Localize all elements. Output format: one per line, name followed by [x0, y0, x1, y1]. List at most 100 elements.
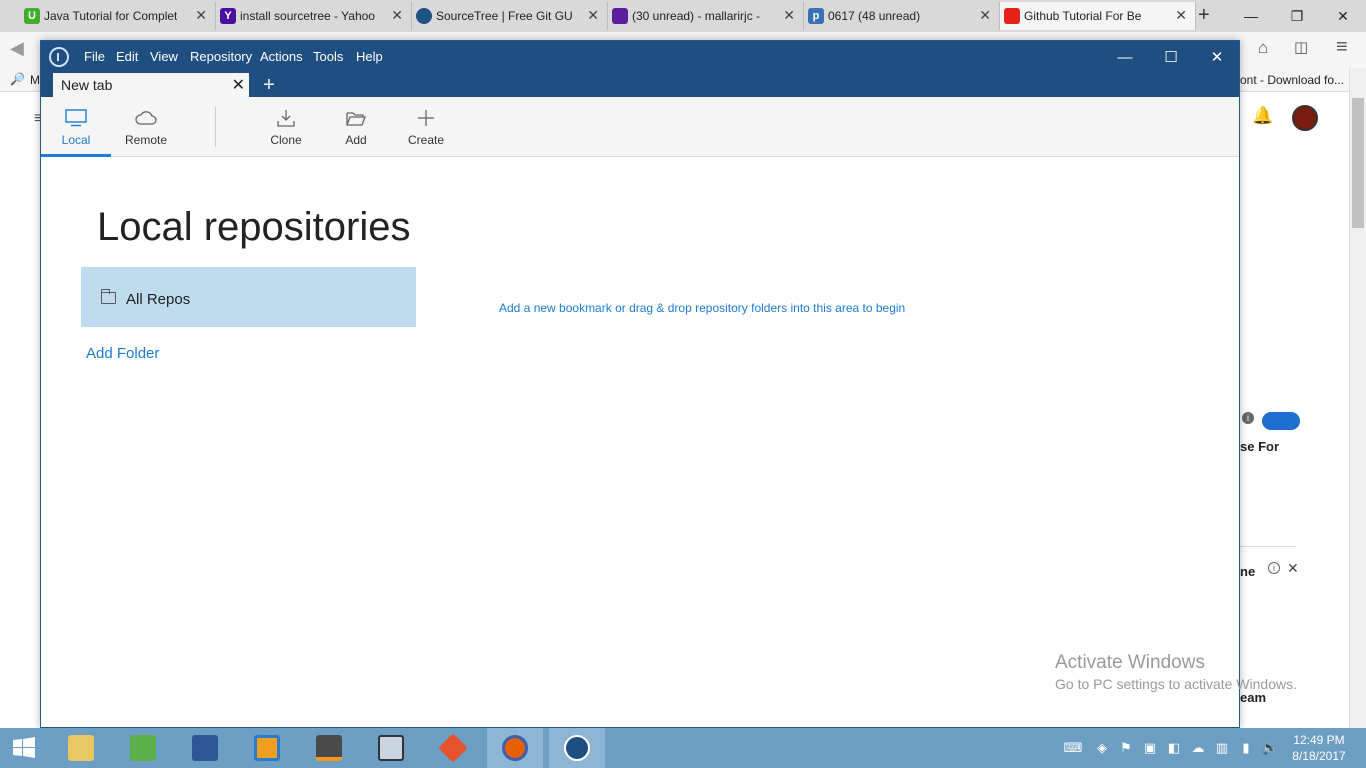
- menu-icon[interactable]: ≡: [1336, 36, 1348, 59]
- add-label: Add: [345, 133, 367, 147]
- minimize-icon[interactable]: —: [1102, 41, 1148, 73]
- add-tab-icon[interactable]: +: [257, 73, 281, 97]
- monitor-icon: [65, 109, 87, 127]
- sourcetree-window: File Edit View Repository Actions Tools …: [40, 40, 1240, 728]
- back-icon[interactable]: ◀: [10, 38, 24, 59]
- download-icon: [277, 110, 295, 127]
- minimize-icon[interactable]: —: [1228, 0, 1274, 32]
- tab-new-tab[interactable]: New tab ✕: [53, 73, 249, 97]
- page-text: se For: [1240, 439, 1280, 454]
- tab-favicon-icon: U: [24, 8, 40, 24]
- remote-button[interactable]: Remote: [111, 97, 181, 157]
- volume-icon[interactable]: 🔈: [1258, 728, 1282, 768]
- network-app[interactable]: [363, 728, 419, 768]
- battery-icon[interactable]: ▮: [1234, 728, 1258, 768]
- close-icon[interactable]: ✕: [979, 7, 991, 24]
- close-icon[interactable]: ✕: [1175, 7, 1187, 24]
- home-icon[interactable]: ⌂: [1258, 38, 1268, 58]
- cloud-icon: [135, 111, 157, 125]
- sourcetree-app[interactable]: [549, 728, 605, 768]
- close-icon[interactable]: ✕: [1287, 560, 1299, 577]
- close-icon[interactable]: ✕: [232, 75, 245, 95]
- page-title: Local repositories: [97, 205, 411, 249]
- sourcetree-logo-icon: [49, 47, 69, 67]
- toggle-switch[interactable]: [1262, 412, 1300, 430]
- tab-favicon-icon: Y: [220, 8, 236, 24]
- notepad-app[interactable]: [115, 728, 171, 768]
- info-icon[interactable]: i: [1242, 412, 1254, 424]
- menu-edit[interactable]: Edit: [116, 49, 138, 64]
- clock[interactable]: 12:49 PM 8/18/2017: [1282, 732, 1356, 764]
- tray-app-icon[interactable]: ◈: [1090, 728, 1114, 768]
- local-label: Local: [61, 133, 91, 147]
- start-button[interactable]: [0, 728, 48, 768]
- local-button[interactable]: Local: [41, 97, 111, 157]
- close-icon[interactable]: ✕: [391, 7, 403, 24]
- close-icon[interactable]: ✕: [783, 7, 795, 24]
- info-icon[interactable]: i: [1268, 562, 1280, 574]
- menu-repository[interactable]: Repository: [190, 49, 252, 64]
- menu-help[interactable]: Help: [356, 49, 383, 64]
- menu-tools[interactable]: Tools: [313, 49, 343, 64]
- close-icon[interactable]: ✕: [587, 7, 599, 24]
- keyboard-icon[interactable]: ⌨: [1056, 728, 1090, 768]
- close-icon[interactable]: ✕: [1320, 0, 1366, 32]
- clock-time: 12:49 PM: [1293, 733, 1345, 747]
- bookmark-label[interactable]: ont - Download fo...: [1240, 73, 1344, 87]
- clock-date: 8/18/2017: [1292, 749, 1346, 763]
- browser-tab-youtube[interactable]: Github Tutorial For Be ✕: [1000, 2, 1196, 30]
- word-app[interactable]: [177, 728, 233, 768]
- tray-app-icon[interactable]: ◧: [1162, 728, 1186, 768]
- file-explorer-app[interactable]: [53, 728, 109, 768]
- browser-tab-unread[interactable]: p 0617 (48 unread) ✕: [804, 2, 1000, 30]
- cloud-icon[interactable]: ☁: [1186, 728, 1210, 768]
- network-icon[interactable]: ▥: [1210, 728, 1234, 768]
- pocket-icon[interactable]: ◫: [1294, 38, 1308, 56]
- firefox-app[interactable]: [487, 728, 543, 768]
- clone-button[interactable]: Clone: [251, 97, 321, 157]
- outlook-icon: [254, 735, 280, 761]
- browser-tab-java[interactable]: U Java Tutorial for Complet ✕: [20, 2, 216, 30]
- sublime-app[interactable]: [301, 728, 357, 768]
- flag-icon[interactable]: ⚑: [1114, 728, 1138, 768]
- browser-tab-title: (30 unread) - mallarirjc -: [632, 9, 761, 23]
- page-scrollbar[interactable]: [1349, 68, 1366, 728]
- restore-icon[interactable]: ❐: [1274, 0, 1320, 32]
- git-icon: [438, 733, 468, 763]
- toolbar-divider: [215, 107, 216, 147]
- bell-icon[interactable]: 🔔: [1252, 106, 1273, 126]
- outlook-app[interactable]: [239, 728, 295, 768]
- avatar[interactable]: [1292, 105, 1318, 131]
- scrollbar-thumb[interactable]: [1352, 98, 1364, 228]
- menu-view[interactable]: View: [150, 49, 178, 64]
- menu-file[interactable]: File: [84, 49, 105, 64]
- browser-tab-sourcetree[interactable]: SourceTree | Free Git GUI ✕: [412, 2, 608, 30]
- sublime-icon: [316, 735, 342, 761]
- create-button[interactable]: Create: [391, 97, 461, 157]
- close-icon[interactable]: ✕: [1194, 41, 1240, 73]
- tray-app-icon[interactable]: ▣: [1138, 728, 1162, 768]
- browser-tab-mail[interactable]: (30 unread) - mallarirjc - ✕: [608, 2, 804, 30]
- bookmark-label[interactable]: M: [30, 73, 40, 87]
- show-desktop[interactable]: [1356, 728, 1366, 768]
- close-icon[interactable]: ✕: [195, 7, 207, 24]
- repo-group-all-repos[interactable]: All Repos: [81, 267, 416, 327]
- maximize-icon[interactable]: ☐: [1148, 41, 1194, 73]
- windows-logo-icon: [13, 737, 35, 758]
- remote-label: Remote: [124, 133, 168, 147]
- browser-tab-yahoo[interactable]: Y install sourcetree - Yahoo ✕: [216, 2, 412, 30]
- taskbar: ⌨ ◈ ⚑ ▣ ◧ ☁ ▥ ▮ 🔈 12:49 PM 8/18/2017: [0, 728, 1366, 768]
- page-text: ne: [1240, 564, 1256, 579]
- browser-tab-strip: U Java Tutorial for Complet ✕ Y install …: [0, 0, 1366, 32]
- add-folder-link[interactable]: Add Folder: [86, 345, 159, 362]
- plus-icon: [418, 110, 434, 126]
- menu-actions[interactable]: Actions: [260, 49, 303, 64]
- add-button[interactable]: Add: [321, 97, 391, 157]
- toolbar: Local Remote Clone Add Create: [41, 97, 1239, 157]
- browser-tab-title: Java Tutorial for Complet: [44, 9, 178, 23]
- git-app[interactable]: [425, 728, 481, 768]
- folder-icon: [101, 289, 116, 304]
- bookmark-icon[interactable]: 🔎: [10, 72, 25, 86]
- new-tab-icon[interactable]: +: [1198, 4, 1210, 27]
- notepad-icon: [130, 735, 156, 761]
